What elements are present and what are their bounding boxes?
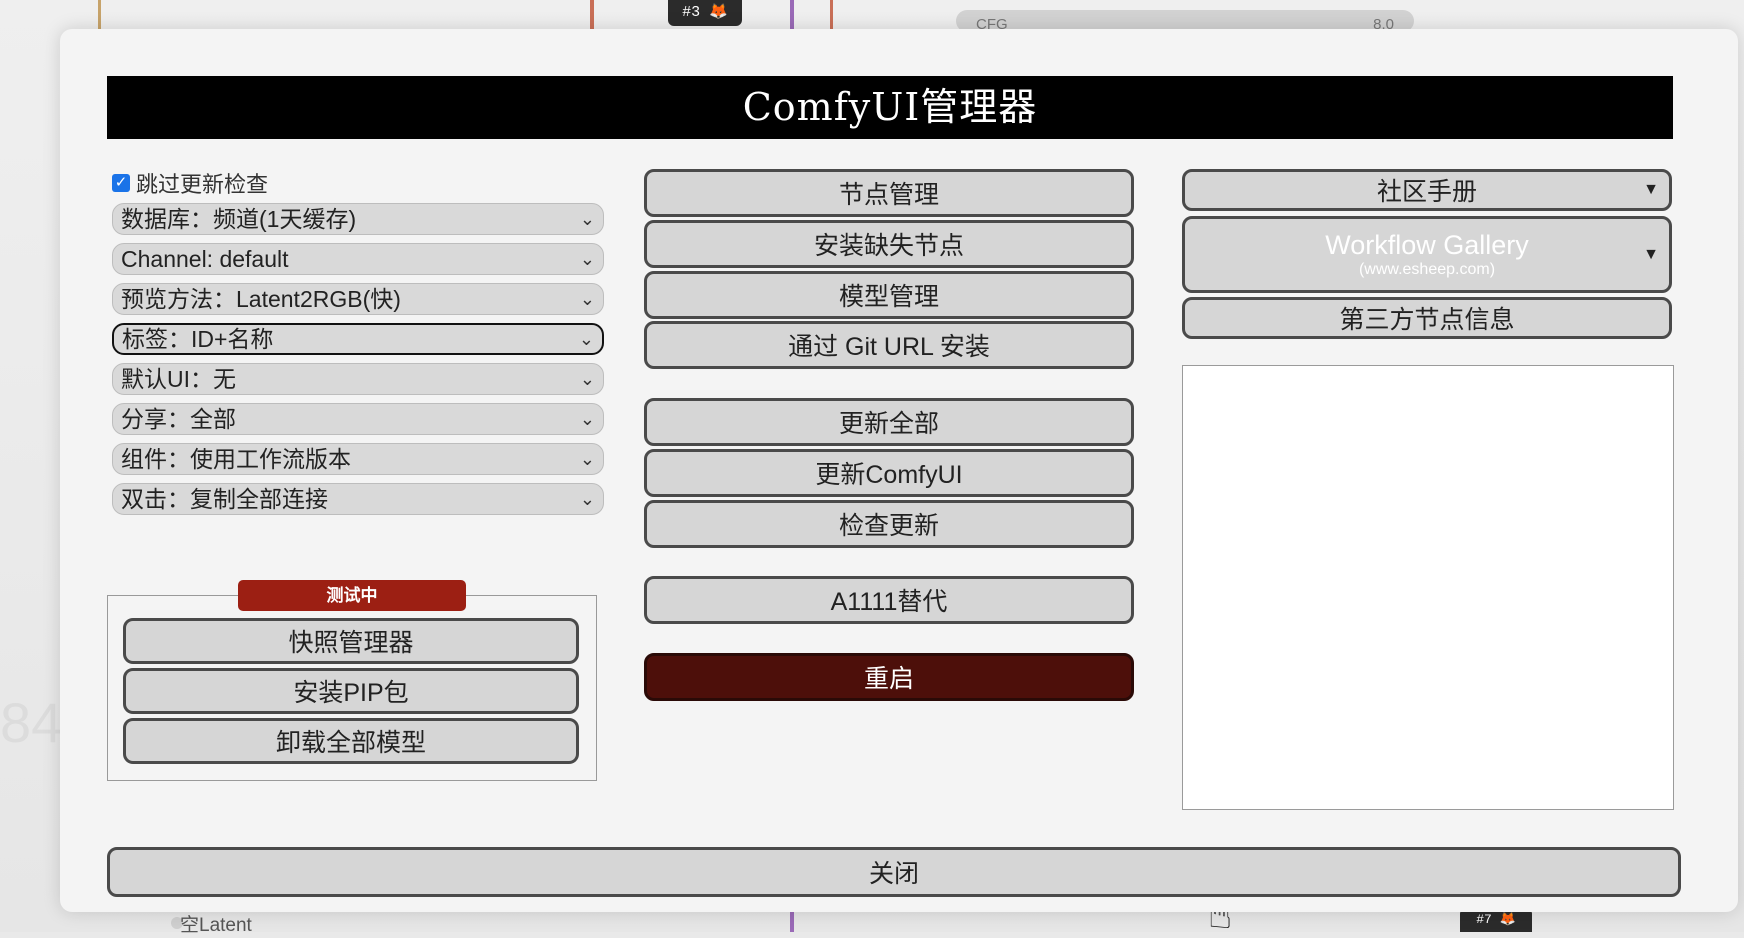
canvas-wire <box>790 910 794 932</box>
canvas-wire <box>590 0 594 32</box>
chevron-down-icon: ⌄ <box>579 289 595 309</box>
chevron-down-icon: ⌄ <box>579 489 595 509</box>
canvas-wire <box>830 0 833 32</box>
skip-update-check-label: 跳过更新检查 <box>136 172 269 197</box>
double-click-value: 双击：复制全部连接 <box>121 486 328 512</box>
canvas-wire <box>98 0 101 32</box>
channel-value: Channel: default <box>121 246 289 272</box>
channel-select[interactable]: Channel: default ⌄ <box>112 243 604 275</box>
share-select[interactable]: 分享：全部 ⌄ <box>112 403 604 435</box>
chevron-down-icon: ⌄ <box>579 369 595 389</box>
default-ui-value: 默认UI：无 <box>121 366 236 392</box>
double-click-select[interactable]: 双击：复制全部连接 ⌄ <box>112 483 604 515</box>
preview-method-value: 预览方法：Latent2RGB(快) <box>121 286 401 312</box>
chevron-down-icon: ⌄ <box>578 329 594 349</box>
default-ui-select[interactable]: 默认UI：无 ⌄ <box>112 363 604 395</box>
node-manager-button[interactable]: 节点管理 <box>644 169 1134 217</box>
beta-badge: 测试中 <box>238 580 466 611</box>
component-value: 组件：使用工作流版本 <box>121 446 351 472</box>
check-update-button[interactable]: 检查更新 <box>644 500 1134 548</box>
a1111-alternative-button[interactable]: A1111替代 <box>644 576 1134 624</box>
restart-button[interactable]: 重启 <box>644 653 1134 701</box>
community-manual-dropdown[interactable]: 社区手册 ▼ <box>1182 169 1672 211</box>
model-manager-button[interactable]: 模型管理 <box>644 271 1134 319</box>
workflow-gallery-title: Workflow Gallery <box>1325 230 1529 260</box>
modal-title: ComfyUI管理器 <box>107 76 1673 139</box>
component-select[interactable]: 组件：使用工作流版本 ⌄ <box>112 443 604 475</box>
workflow-gallery-subtitle: (www.esheep.com) <box>1358 261 1496 278</box>
checkbox-checked-icon[interactable]: ✓ <box>112 174 130 192</box>
badge-value: 标签：ID+名称 <box>122 326 274 352</box>
preview-method-select[interactable]: 预览方法：Latent2RGB(快) ⌄ <box>112 283 604 315</box>
third-party-node-info-button[interactable]: 第三方节点信息 <box>1182 297 1672 339</box>
install-git-url-button[interactable]: 通过 Git URL 安装 <box>644 321 1134 369</box>
update-all-button[interactable]: 更新全部 <box>644 398 1134 446</box>
db-mode-select[interactable]: 数据库：频道(1天缓存) ⌄ <box>112 203 604 235</box>
install-pip-button[interactable]: 安装PIP包 <box>123 668 579 714</box>
close-button[interactable]: 关闭 <box>107 847 1681 897</box>
skip-update-check[interactable]: ✓ 跳过更新检查 <box>112 167 268 199</box>
chevron-down-icon: ⌄ <box>579 409 595 429</box>
chevron-down-icon: ⌄ <box>579 249 595 269</box>
caret-down-icon: ▼ <box>1643 181 1659 198</box>
share-value: 分享：全部 <box>121 406 236 432</box>
install-missing-nodes-button[interactable]: 安装缺失节点 <box>644 220 1134 268</box>
community-manual-label: 社区手册 <box>1376 178 1477 206</box>
chevron-down-icon: ⌄ <box>579 209 595 229</box>
db-mode-value: 数据库：频道(1天缓存) <box>121 206 357 232</box>
badge-select[interactable]: 标签：ID+名称 ⌄ <box>112 323 604 355</box>
update-comfyui-button[interactable]: 更新ComfyUI <box>644 449 1134 497</box>
canvas-wire <box>790 0 794 32</box>
caret-down-icon: ▼ <box>1643 245 1659 263</box>
snapshot-manager-button[interactable]: 快照管理器 <box>123 618 579 664</box>
info-panel <box>1182 365 1674 810</box>
manager-modal: ComfyUI管理器 ✓ 跳过更新检查 数据库：频道(1天缓存) ⌄ Chann… <box>60 29 1738 912</box>
node-badge: #3 🦊 <box>668 0 742 26</box>
unload-models-button[interactable]: 卸载全部模型 <box>123 718 579 764</box>
latent-node-label: 空Latent <box>180 915 252 936</box>
chevron-down-icon: ⌄ <box>579 449 595 469</box>
workflow-gallery-dropdown[interactable]: Workflow Gallery (www.esheep.com) ▼ <box>1182 216 1672 293</box>
